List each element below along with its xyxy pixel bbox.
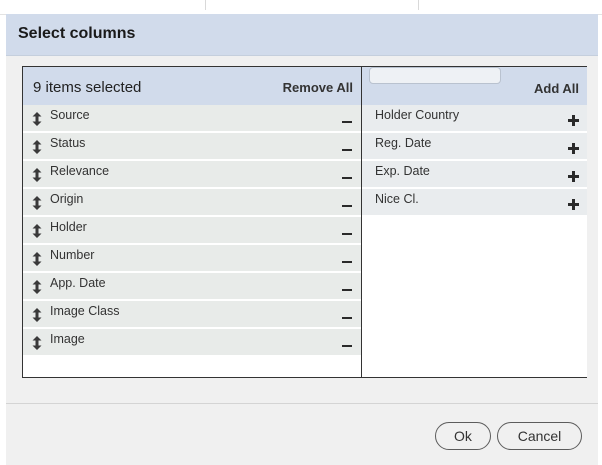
available-columns-header: Add All — [362, 67, 587, 105]
drag-handle-icon[interactable] — [32, 196, 42, 210]
drag-handle-icon[interactable] — [32, 308, 42, 322]
column-label: Nice Cl. — [375, 192, 419, 206]
minus-icon[interactable] — [342, 289, 352, 291]
plus-icon[interactable] — [568, 199, 579, 210]
minus-icon[interactable] — [342, 149, 352, 151]
available-column-row[interactable]: Reg. Date — [362, 133, 587, 159]
dialog-titlebar: Select columns — [6, 14, 598, 56]
column-label: Source — [50, 108, 90, 122]
column-label: Holder Country — [375, 108, 460, 122]
remove-all-link[interactable]: Remove All — [283, 80, 353, 95]
dialog-content: 9 items selected Remove All Source Status… — [6, 56, 598, 404]
add-all-link[interactable]: Add All — [534, 81, 579, 96]
selected-columns-pane: 9 items selected Remove All Source Status… — [23, 67, 361, 377]
column-label: Status — [50, 136, 86, 150]
minus-icon[interactable] — [342, 121, 352, 123]
minus-icon[interactable] — [342, 233, 352, 235]
background-grid-header — [0, 0, 602, 15]
minus-icon[interactable] — [342, 317, 352, 319]
dialog-title: Select columns — [18, 25, 136, 42]
column-divider — [418, 0, 419, 10]
drag-handle-icon[interactable] — [32, 224, 42, 238]
minus-icon[interactable] — [342, 205, 352, 207]
column-divider — [205, 0, 206, 10]
drag-handle-icon[interactable] — [32, 168, 42, 182]
column-label: Exp. Date — [375, 164, 430, 178]
selected-column-row[interactable]: Status — [23, 133, 361, 159]
column-picker: 9 items selected Remove All Source Status… — [22, 66, 587, 378]
column-label: Origin — [50, 192, 84, 206]
selected-column-row[interactable]: Holder — [23, 217, 361, 243]
column-label: Number — [50, 248, 95, 262]
selected-column-row[interactable]: Number — [23, 245, 361, 271]
drag-handle-icon[interactable] — [32, 280, 42, 294]
ok-button[interactable]: Ok — [435, 422, 491, 450]
minus-icon[interactable] — [342, 177, 352, 179]
selected-column-row[interactable]: Image — [23, 329, 361, 355]
available-columns-list: Holder Country Reg. Date Exp. Date Nice Cl. — [362, 105, 587, 217]
available-column-row[interactable]: Holder Country — [362, 105, 587, 131]
column-label: Reg. Date — [375, 136, 432, 150]
selected-column-row[interactable]: Image Class — [23, 301, 361, 327]
select-columns-dialog: Select columns 9 items selected Remove A… — [6, 14, 598, 465]
selected-count: 9 items selected — [33, 79, 142, 96]
available-column-row[interactable]: Nice Cl. — [362, 189, 587, 215]
column-label: Holder — [50, 220, 87, 234]
minus-icon[interactable] — [342, 345, 352, 347]
dialog-footer: Ok Cancel — [6, 404, 598, 465]
plus-icon[interactable] — [568, 115, 579, 126]
drag-handle-icon[interactable] — [32, 112, 42, 126]
selected-column-row[interactable]: Origin — [23, 189, 361, 215]
column-label: App. Date — [50, 276, 106, 290]
selected-columns-header: 9 items selected Remove All — [23, 67, 361, 105]
column-label: Image — [50, 332, 85, 346]
column-filter-input[interactable] — [369, 67, 501, 84]
drag-handle-icon[interactable] — [32, 140, 42, 154]
minus-icon[interactable] — [342, 261, 352, 263]
selected-column-row[interactable]: Relevance — [23, 161, 361, 187]
column-label: Image Class — [50, 304, 120, 318]
selected-columns-list: Source Status Relevance Origin Holder Number A… — [23, 105, 361, 357]
drag-handle-icon[interactable] — [32, 336, 42, 350]
drag-handle-icon[interactable] — [32, 252, 42, 266]
available-column-row[interactable]: Exp. Date — [362, 161, 587, 187]
plus-icon[interactable] — [568, 143, 579, 154]
column-label: Relevance — [50, 164, 110, 178]
selected-column-row[interactable]: Source — [23, 105, 361, 131]
available-columns-pane: Add All Holder Country Reg. Date Exp. Date… — [361, 67, 587, 377]
selected-column-row[interactable]: App. Date — [23, 273, 361, 299]
plus-icon[interactable] — [568, 171, 579, 182]
cancel-button[interactable]: Cancel — [497, 422, 582, 450]
